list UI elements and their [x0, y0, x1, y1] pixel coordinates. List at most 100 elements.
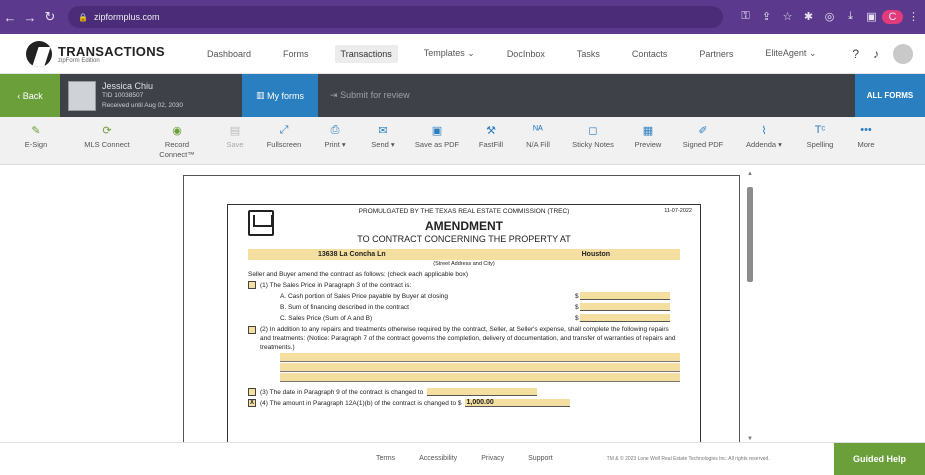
scroll-thumb[interactable] — [747, 187, 753, 282]
esign-button[interactable]: ✎ E-Sign — [0, 117, 72, 165]
reload-icon[interactable]: ↻ — [40, 9, 60, 25]
save-button[interactable]: ▤ Save — [212, 117, 258, 165]
back-button[interactable]: ‹ Back — [0, 74, 60, 117]
star-icon[interactable]: ☆ — [777, 10, 798, 24]
tool-label: Record — [164, 140, 190, 149]
nav-docinbox[interactable]: DocInbox — [501, 45, 551, 63]
back-arrow-icon[interactable]: ← — [0, 10, 20, 25]
lock-icon: 🔒 — [78, 12, 88, 22]
city: Houston — [581, 251, 610, 258]
footer-link-accessibility[interactable]: Accessibility — [419, 455, 457, 462]
browser-toolbar: ← → ↻ 🔒 zipformplus.com ⚿ ⇪ ☆ ✱ ◎ ⤓ ▣ C … — [0, 0, 925, 34]
mls-connect-button[interactable]: ⟳ MLS Connect — [72, 117, 142, 165]
extension-icon[interactable]: ✱ — [798, 10, 819, 24]
cash-portion-field[interactable] — [580, 292, 671, 300]
brand-title: TRANSACTIONS — [58, 43, 165, 59]
record-connect-button[interactable]: ◉ Record Connect™ — [142, 117, 212, 165]
nav-tasks[interactable]: Tasks — [571, 45, 606, 63]
option-fee-field[interactable]: 1,000.00 — [464, 399, 570, 407]
footer-link-support[interactable]: Support — [528, 455, 553, 462]
more-button[interactable]: ••• More — [846, 117, 886, 165]
sidepanel-icon[interactable]: ▣ — [861, 10, 882, 24]
help-icon[interactable]: ? — [852, 47, 859, 61]
save-icon: ▤ — [229, 125, 241, 137]
footer-links: Terms Accessibility Privacy Support — [376, 455, 577, 462]
repairs-field-line-3[interactable] — [280, 373, 680, 382]
nav-partners[interactable]: Partners — [693, 45, 739, 63]
tool-label: E-Sign — [24, 140, 48, 149]
item-2-text: (2) In addition to any repairs and treat… — [260, 326, 676, 351]
forward-arrow-icon[interactable]: → — [20, 10, 40, 25]
form-date: 11-07-2022 — [664, 208, 692, 214]
transaction-meta: Jessica Chiu TID 10038507 Received until… — [102, 81, 242, 111]
repairs-field-line-1[interactable] — [280, 353, 680, 362]
save-as-pdf-button[interactable]: ▣ Save as PDF — [406, 117, 468, 165]
nav-transactions[interactable]: Transactions — [334, 44, 398, 63]
nav-contacts[interactable]: Contacts — [626, 45, 674, 63]
submit-for-review-button[interactable]: ⇥ Submit for review — [330, 90, 410, 101]
fullscreen-button[interactable]: ⤢ Fullscreen — [258, 117, 310, 165]
send-button[interactable]: ✉ Send ▾ — [360, 117, 406, 165]
item-2-checkbox[interactable] — [248, 326, 256, 334]
nav-templates[interactable]: Templates ⌄ — [418, 44, 481, 63]
url-text: zipformplus.com — [93, 12, 160, 22]
item-1b-text: B. Sum of financing described in the con… — [280, 303, 409, 311]
addenda-button[interactable]: ⌇ Addenda ▾ — [734, 117, 794, 165]
vertical-scrollbar[interactable]: ▲ ▼ — [746, 171, 754, 442]
item-4: X (4) The amount in Paragraph 12A(1)(b) … — [248, 399, 680, 407]
tab-my-forms[interactable]: ▥ My forms — [242, 74, 318, 117]
pdf-icon: ▣ — [431, 125, 443, 137]
property-address-field[interactable]: 13638 La Concha Ln Houston — [248, 249, 680, 260]
preview-button[interactable]: ▦ Preview — [624, 117, 672, 165]
header-actions: ? ♪ — [838, 43, 913, 64]
profile-avatar[interactable]: C — [882, 10, 903, 24]
spelling-button[interactable]: Tᶜ Spelling — [794, 117, 846, 165]
repairs-field-line-2[interactable] — [280, 363, 680, 372]
key-icon[interactable]: ⚿ — [735, 10, 756, 24]
sticky-notes-button[interactable]: ◻ Sticky Notes — [562, 117, 624, 165]
item-3: (3) The date in Paragraph 9 of the contr… — [248, 388, 680, 396]
signed-pdf-button[interactable]: ✐ Signed PDF — [672, 117, 734, 165]
all-forms-button[interactable]: ALL FORMS — [855, 74, 925, 117]
fastfill-button[interactable]: ⚒ FastFill — [468, 117, 514, 165]
nav-forms[interactable]: Forms — [277, 45, 315, 63]
user-avatar[interactable] — [893, 43, 913, 64]
na-fill-button[interactable]: ᴺᴬ N/A Fill — [514, 117, 562, 165]
submit-label: Submit for review — [340, 90, 410, 100]
item-1-checkbox[interactable] — [248, 281, 256, 289]
nav-eliteagent[interactable]: EliteAgent ⌄ — [759, 44, 822, 63]
address-caption: (Street Address and City) — [433, 261, 495, 267]
closing-date-field[interactable] — [427, 388, 538, 396]
financing-field[interactable] — [580, 303, 671, 311]
scroll-up-icon[interactable]: ▲ — [746, 171, 754, 177]
item-4-checkbox[interactable]: X — [248, 399, 256, 407]
form-context-bar: ‹ Back Jessica Chiu TID 10038507 Receive… — [0, 74, 925, 117]
share-icon[interactable]: ⇪ — [756, 10, 777, 24]
extension-2-icon[interactable]: ◎ — [819, 10, 840, 24]
tool-label: Sticky Notes — [572, 140, 614, 149]
street-address: 13638 La Concha Ln — [318, 251, 386, 258]
logo-mark-icon — [26, 40, 52, 67]
received-date: Received until Aug 02, 2030 — [102, 101, 183, 109]
tool-label: Print — [324, 140, 340, 149]
footer-link-terms[interactable]: Terms — [376, 455, 395, 462]
guided-help-button[interactable]: Guided Help — [834, 442, 925, 475]
chevron-down-icon: ⌄ — [808, 48, 817, 58]
pen-icon: ✎ — [31, 125, 41, 137]
item-3-checkbox[interactable] — [248, 388, 256, 396]
tool-label: Addenda — [746, 140, 777, 149]
menu-kebab-icon[interactable]: ⋮ — [903, 10, 924, 24]
tool-label: Spelling — [806, 140, 834, 149]
footer-link-privacy[interactable]: Privacy — [481, 455, 504, 462]
nav-dashboard[interactable]: Dashboard — [201, 45, 257, 63]
address-bar[interactable]: 🔒 zipformplus.com — [68, 6, 723, 28]
tool-label: Fullscreen — [266, 140, 302, 149]
nav-eliteagent-label: EliteAgent — [765, 48, 807, 58]
sales-price-field[interactable] — [580, 314, 671, 322]
document-viewer: PROMULGATED BY THE TEXAS REAL ESTATE COM… — [0, 165, 925, 450]
print-button[interactable]: ⎙ Print ▾ — [310, 117, 360, 165]
bell-icon[interactable]: ♪ — [873, 47, 879, 61]
tool-label: Preview — [634, 140, 662, 149]
brand-logo[interactable]: TRANSACTIONS zipForm Edition — [26, 40, 191, 67]
download-icon[interactable]: ⤓ — [840, 10, 861, 24]
